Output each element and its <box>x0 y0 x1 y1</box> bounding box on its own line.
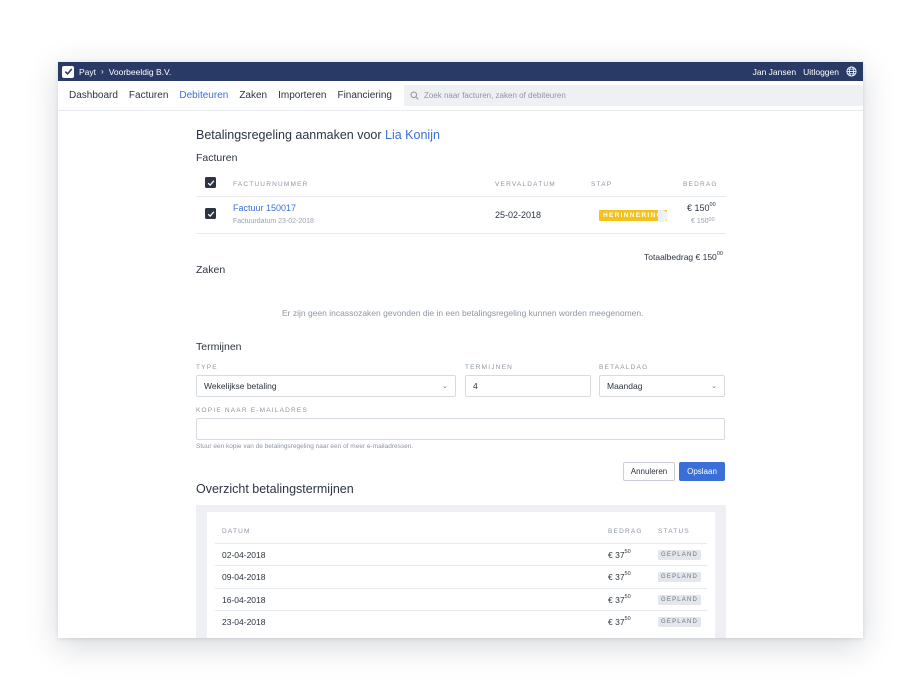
col-step: STAP <box>591 181 613 188</box>
check-icon <box>207 179 214 186</box>
user-name[interactable]: Jan Jansen <box>753 67 796 77</box>
overview-table: DATUM BEDRAG STATUS 02-04-2018 € 3750 GE… <box>207 512 715 638</box>
main-nav: Dashboard Facturen Debiteuren Zaken Impo… <box>58 81 863 111</box>
total-amount: Totaalbedrag € 15000 <box>644 251 723 262</box>
nav-debiteuren[interactable]: Debiteuren <box>179 90 228 101</box>
col-due-date: VERVALDATUM <box>495 181 556 188</box>
search-icon <box>410 91 419 100</box>
invoice-due-date: 25-02-2018 <box>495 210 542 220</box>
table-row: 16-04-2018 € 3750 GEPLAND <box>215 588 707 610</box>
email-help-text: Stuur een kopie van de betalingsregeling… <box>196 443 414 450</box>
col-status: STATUS <box>658 528 690 535</box>
invoices-heading: Facturen <box>196 152 238 164</box>
divider <box>196 196 726 197</box>
row-amount: € 3750 <box>608 616 631 627</box>
row-amount: € 3750 <box>608 594 631 605</box>
globe-icon[interactable] <box>846 66 857 77</box>
status-badge: GEPLAND <box>658 595 702 605</box>
status-badge: GEPLAND <box>658 572 702 582</box>
status-badge: GEPLAND <box>658 617 702 627</box>
nav-importeren[interactable]: Importeren <box>278 90 326 101</box>
check-icon <box>207 210 214 217</box>
invoice-open-amount: € 15000 <box>691 217 715 225</box>
row-date: 16-04-2018 <box>222 595 266 605</box>
email-label: KOPIE NAAR E-MAILADRES <box>196 407 309 414</box>
row-amount: € 3750 <box>608 571 631 582</box>
nav-facturen[interactable]: Facturen <box>129 90 168 101</box>
app-name: Payt <box>79 66 97 77</box>
type-label: TYPE <box>196 364 218 371</box>
invoice-date: Factuurdatum 23-02-2018 <box>233 218 314 225</box>
chevron-down-icon: ⌄ <box>711 383 717 390</box>
count-input[interactable]: 4 <box>465 375 591 397</box>
save-button[interactable]: Opslaan <box>679 462 725 481</box>
cancel-button[interactable]: Annuleren <box>623 462 675 481</box>
nav-zaken[interactable]: Zaken <box>239 90 267 101</box>
table-row: 02-04-2018 € 3750 GEPLAND <box>215 543 707 565</box>
invoice-row-checkbox[interactable] <box>205 208 216 219</box>
terms-heading: Termijnen <box>196 341 242 353</box>
cases-heading: Zaken <box>196 264 226 276</box>
nav-dashboard[interactable]: Dashboard <box>69 90 118 101</box>
payday-label: BETAALDAG <box>599 364 649 371</box>
col-invoice-number: FACTUURNUMMER <box>233 181 309 188</box>
app-window: Payt › Voorbeeldig B.V. Jan Jansen Uitlo… <box>58 62 863 638</box>
cases-empty-message: Er zijn geen incassozaken gevonden die i… <box>282 308 644 318</box>
type-select[interactable]: Wekelijkse betaling ⌄ <box>196 375 456 397</box>
logout-link[interactable]: Uitloggen <box>803 67 839 77</box>
search-input[interactable]: Zoek naar facturen, zaken of debiteuren <box>403 85 863 106</box>
email-field[interactable] <box>196 418 725 440</box>
breadcrumb-separator: › <box>101 67 104 76</box>
count-label: TERMIJNEN <box>465 364 513 371</box>
invoice-amount: € 15000 <box>687 202 716 213</box>
status-badge: GEPLAND <box>658 550 702 560</box>
overview-heading: Overzicht betalingstermijnen <box>196 482 354 496</box>
company-name: Voorbeeldig B.V. <box>108 66 172 77</box>
row-date: 02-04-2018 <box>222 550 266 560</box>
row-date: 09-04-2018 <box>222 572 266 582</box>
divider <box>196 233 726 234</box>
count-value: 4 <box>473 381 478 391</box>
col-date: DATUM <box>222 528 251 535</box>
debtor-link[interactable]: Lia Konijn <box>385 128 440 142</box>
table-row: 09-04-2018 € 3750 GEPLAND <box>215 565 707 587</box>
table-row: 23-04-2018 € 3750 GEPLAND <box>215 610 707 632</box>
type-value: Wekelijkse betaling <box>204 381 277 391</box>
brand[interactable]: Payt › Voorbeeldig B.V. <box>62 65 172 78</box>
row-amount: € 3750 <box>608 549 631 560</box>
select-all-checkbox[interactable] <box>205 177 216 188</box>
row-date: 23-04-2018 <box>222 617 266 627</box>
nav-financiering[interactable]: Financiering <box>337 90 391 101</box>
check-logo-icon <box>62 65 74 78</box>
top-bar: Payt › Voorbeeldig B.V. Jan Jansen Uitlo… <box>58 62 863 81</box>
payday-select[interactable]: Maandag ⌄ <box>599 375 725 397</box>
step-badge: HERINNERING <box>599 210 667 221</box>
overview-panel: DATUM BEDRAG STATUS 02-04-2018 € 3750 GE… <box>196 505 726 638</box>
payday-value: Maandag <box>607 381 643 391</box>
invoice-link[interactable]: Factuur 150017 <box>233 203 296 213</box>
page-title-prefix: Betalingsregeling aanmaken voor <box>196 128 382 142</box>
col-amount: BEDRAG <box>608 528 643 535</box>
chevron-down-icon: ⌄ <box>442 383 448 390</box>
search-placeholder: Zoek naar facturen, zaken of debiteuren <box>423 91 566 100</box>
col-amount: BEDRAG <box>683 181 718 188</box>
page-title: Betalingsregeling aanmaken voor Lia Koni… <box>196 128 440 142</box>
